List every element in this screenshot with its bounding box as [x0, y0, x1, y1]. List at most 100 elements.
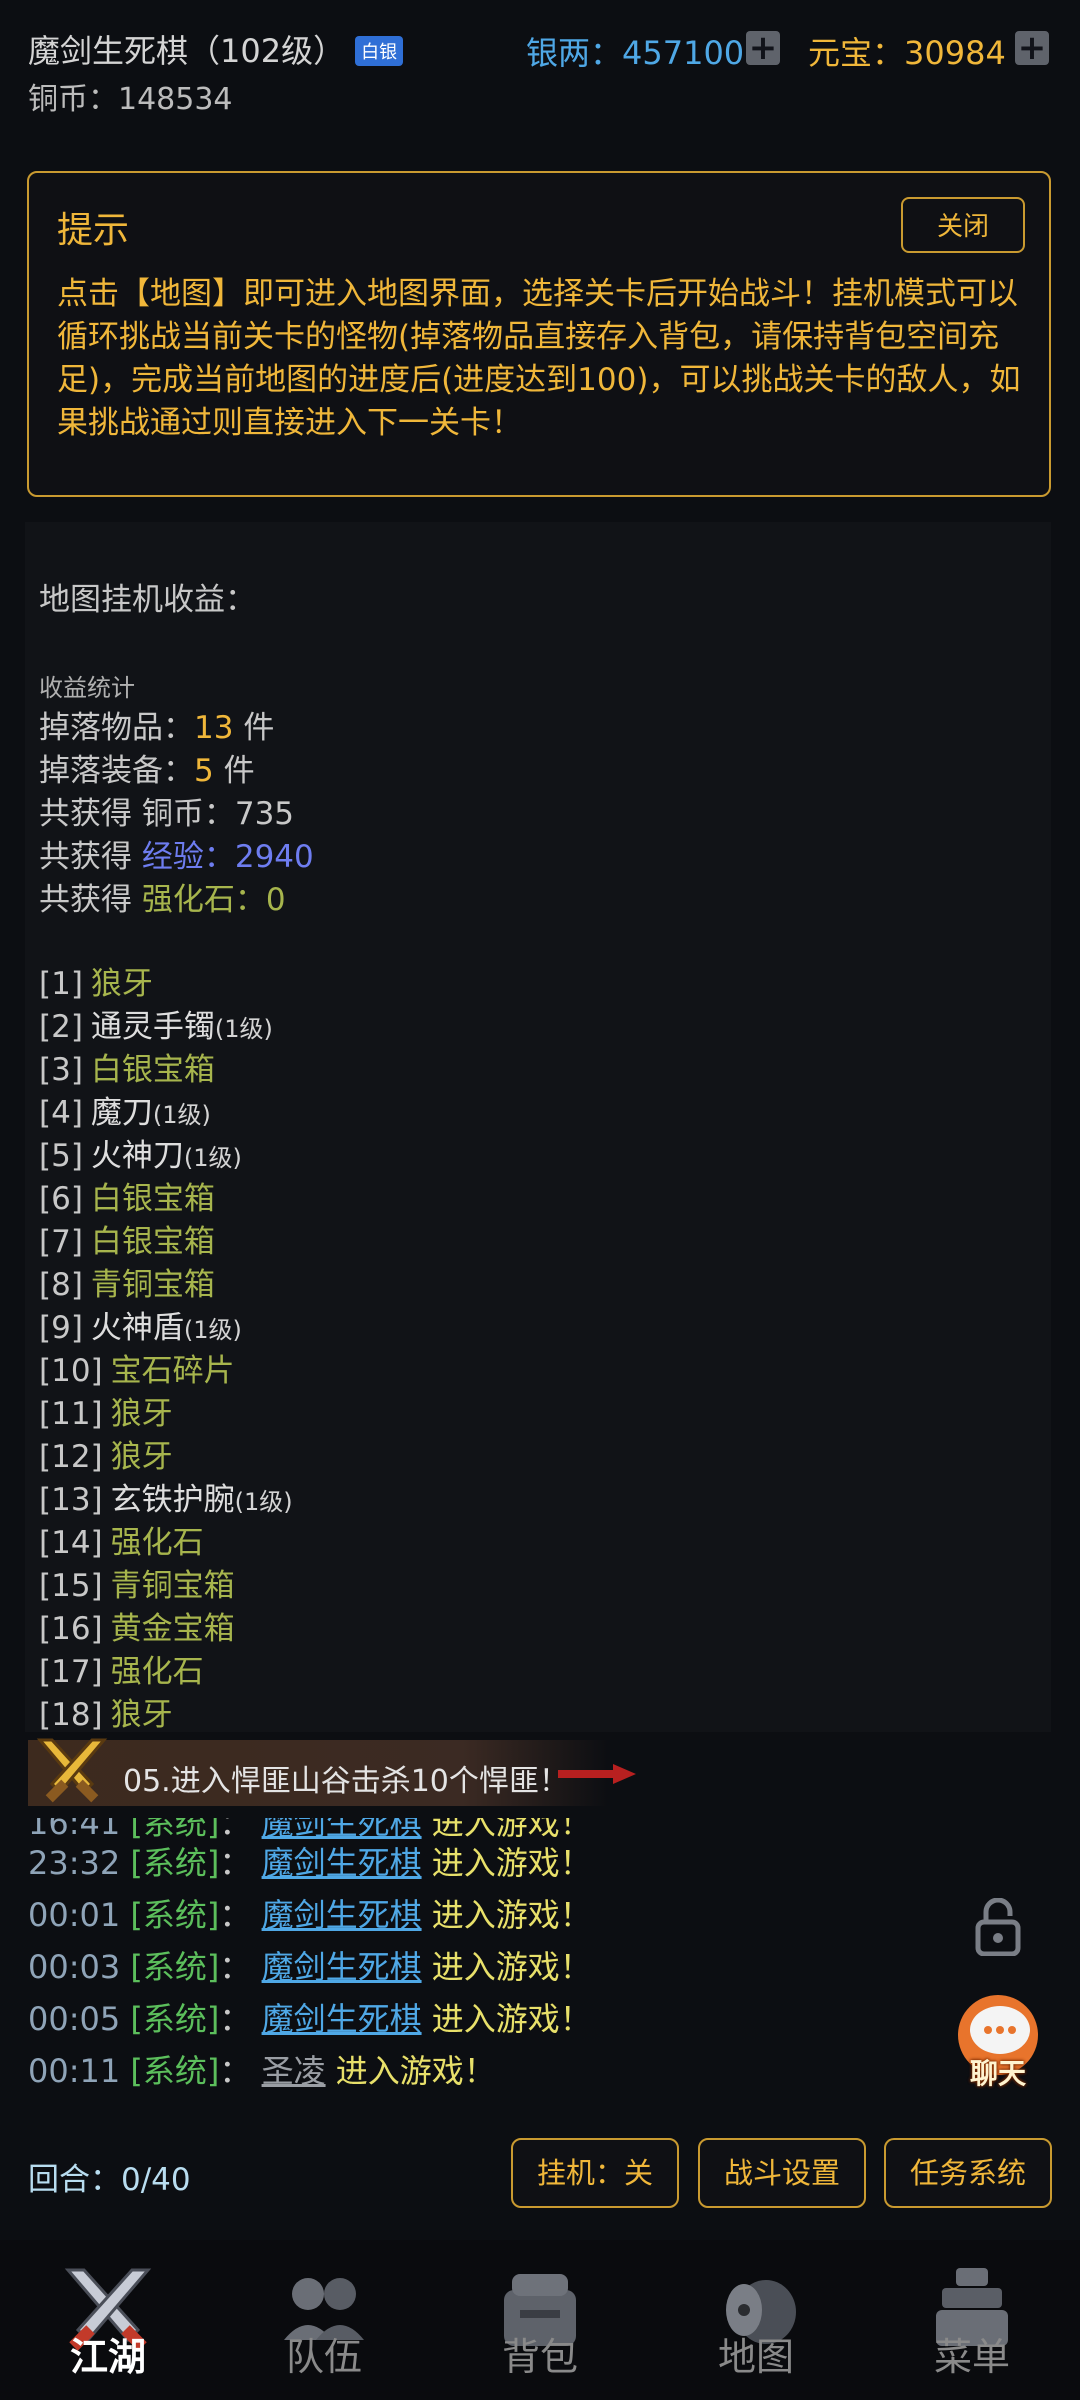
drop-list-item: [11] 狼牙 [39, 1388, 173, 1433]
drop-index: [3] [39, 1052, 83, 1088]
drop-index: [14] [39, 1525, 103, 1561]
drop-list-item: [13] 玄铁护腕(1级) [39, 1474, 293, 1519]
unit-label: 件 [223, 753, 255, 789]
drop-item-name: 青铜宝箱 [90, 1267, 215, 1303]
drop-list-item: [14] 强化石 [39, 1517, 204, 1562]
drop-index: [6] [39, 1181, 83, 1217]
vip-badge: 白银 [355, 36, 404, 66]
drop-item-level: (1级) [183, 1316, 242, 1344]
plus-icon: + [1017, 28, 1047, 68]
chat-line: 00:03 [系统]： 魔剑生死棋 进入游戏！ [28, 1942, 592, 1988]
drop-list-item: [9] 火神盾(1级) [39, 1302, 242, 1347]
player-name-text: 魔剑生死棋（102级） [28, 32, 346, 70]
drop-item-name: 狼牙 [110, 1697, 173, 1733]
total-prefix: 共获得 [39, 796, 132, 832]
drop-index: [1] [39, 966, 83, 1002]
total-exp-text: 经验：2940 [141, 839, 314, 875]
drop-index: [9] [39, 1310, 83, 1346]
nav-label: 队伍 [285, 2335, 362, 2379]
idle-earnings-panel[interactable]: 地图挂机收益： 收益统计 掉落物品：13 件 掉落装备：5 件 共获得 铜币：7… [25, 522, 1051, 1734]
nav-menu[interactable]: 菜单 [864, 2240, 1080, 2400]
nav-label: 地图 [717, 2335, 794, 2379]
auto-battle-toggle[interactable]: 挂机：关 [511, 2138, 679, 2208]
chat-button-label: 聊天 [969, 2057, 1026, 2090]
chat-message: 进入游戏！ [431, 1948, 592, 1986]
drop-item-name: 白银宝箱 [90, 1181, 215, 1217]
lock-icon[interactable] [974, 1898, 1022, 1956]
nav-label: 江湖 [69, 2335, 146, 2379]
drop-list-item: [3] 白银宝箱 [39, 1044, 215, 1089]
nav-team[interactable]: 队伍 [216, 2240, 432, 2400]
drop-list-item: [10] 宝石碎片 [39, 1345, 235, 1390]
drop-item-name: 青铜宝箱 [110, 1568, 235, 1604]
chat-player-link[interactable]: 魔剑生死棋 [262, 2000, 422, 2038]
earnings-heading: 地图挂机收益： [39, 582, 256, 618]
chat-line: 00:05 [系统]： 魔剑生死棋 进入游戏！ [28, 1994, 592, 2040]
nav-backpack[interactable]: 背包 [432, 2240, 648, 2400]
drop-item-name: 黄金宝箱 [110, 1611, 235, 1647]
chat-colon: ： [219, 1844, 252, 1882]
chat-channel: [系统] [130, 2052, 220, 2090]
chat-colon: ： [219, 2000, 252, 2038]
add-yuanbao-button[interactable]: + [1015, 31, 1049, 65]
drop-index: [16] [39, 1611, 103, 1647]
silver-balance: 银两：457100 [526, 34, 745, 72]
drop-items-stat: 掉落物品：13 件 [39, 702, 274, 747]
copper-balance: 铜币：148534 [28, 82, 233, 117]
task-system-button[interactable]: 任务系统 [884, 2138, 1052, 2208]
drop-list-item: [8] 青铜宝箱 [39, 1259, 215, 1304]
tip-close-button[interactable]: 关闭 [901, 197, 1025, 253]
nav-jianghu[interactable]: 江湖 [0, 2240, 216, 2400]
drop-item-name: 宝石碎片 [110, 1353, 235, 1389]
chat-time: 23:32 [28, 1844, 121, 1882]
nav-map[interactable]: 地图 [648, 2240, 864, 2400]
battle-settings-button[interactable]: 战斗设置 [698, 2138, 866, 2208]
drop-item-name: 强化石 [110, 1654, 204, 1690]
drop-item-name: 狼牙 [110, 1439, 173, 1475]
drop-index: [5] [39, 1138, 83, 1174]
drop-index: [17] [39, 1654, 103, 1690]
total-prefix: 共获得 [39, 882, 132, 918]
earnings-subheading: 收益统计 [39, 674, 135, 702]
drop-item-name: 狼牙 [110, 1396, 173, 1432]
drop-list-item: [16] 黄金宝箱 [39, 1603, 235, 1648]
chat-player-link[interactable]: 魔剑生死棋 [262, 1948, 422, 1986]
nav-label: 背包 [501, 2335, 578, 2379]
arrow-icon [558, 1764, 636, 1784]
drop-items-label: 掉落物品： [39, 710, 194, 746]
chat-channel: [系统] [130, 2000, 220, 2038]
drop-list-item: [7] 白银宝箱 [39, 1216, 215, 1261]
yuanbao-balance: 元宝：30984 [808, 34, 1006, 72]
total-prefix: 共获得 [39, 839, 132, 875]
chat-channel: [系统] [130, 1948, 220, 1986]
drop-list-item: [4] 魔刀(1级) [39, 1087, 211, 1132]
drop-item-name: 火神盾 [90, 1310, 184, 1346]
chat-message: 进入游戏！ [431, 2000, 592, 2038]
chat-player-link[interactable]: 魔剑生死棋 [262, 1844, 422, 1882]
drop-index: [8] [39, 1267, 83, 1303]
drop-list-item: [1] 狼牙 [39, 958, 153, 1003]
nav-label: 菜单 [933, 2335, 1010, 2379]
drop-list-item: [18] 狼牙 [39, 1689, 173, 1734]
drop-item-level: (1级) [183, 1144, 242, 1172]
total-copper-text: 铜币：735 [141, 796, 295, 832]
quest-banner[interactable]: 05.进入悍匪山谷击杀10个悍匪！ [28, 1738, 636, 1806]
drop-list-item: [5] 火神刀(1级) [39, 1130, 242, 1175]
drop-item-name: 玄铁护腕 [110, 1482, 235, 1518]
drop-index: [12] [39, 1439, 103, 1475]
chat-player-link[interactable]: 魔剑生死棋 [262, 1896, 422, 1934]
chat-button[interactable]: 聊天 [948, 1990, 1048, 2090]
drop-item-level: (1级) [214, 1015, 273, 1043]
drop-index: [10] [39, 1353, 103, 1389]
quest-text: 05.进入悍匪山谷击杀10个悍匪！ [123, 1764, 569, 1799]
drop-index: [2] [39, 1009, 83, 1045]
chat-time: 00:05 [28, 2000, 121, 2038]
tip-panel: 提示 关闭 点击【地图】即可进入地图界面，选择关卡后开始战斗！挂机模式可以循环挑… [27, 171, 1051, 497]
chat-colon: ： [219, 1948, 252, 1986]
add-silver-button[interactable]: + [746, 31, 780, 65]
chat-log[interactable]: 16:41 [系统]： 魔剑生死棋 进入游戏！ 23:32 [系统]： 魔剑生死… [0, 1818, 1080, 2148]
chat-time: 00:03 [28, 1948, 121, 1986]
chat-player-link[interactable]: 圣凌 [262, 2052, 326, 2090]
round-counter: 回合：0/40 [28, 2162, 191, 2198]
chat-colon: ： [219, 1896, 252, 1934]
